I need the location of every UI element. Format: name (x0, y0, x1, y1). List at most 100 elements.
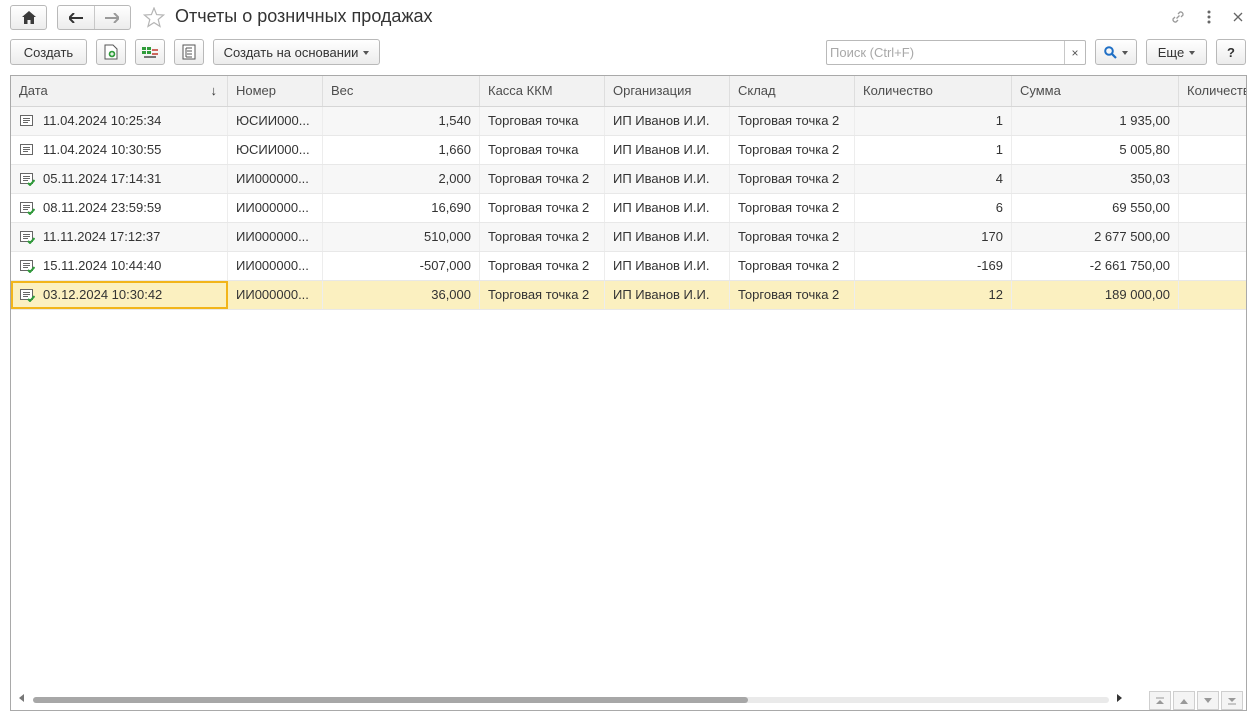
cell-weight[interactable]: 1,540 (323, 107, 480, 135)
cell-quantity[interactable]: 4 (855, 165, 1012, 193)
cell-number[interactable]: ЮСИИ000... (228, 107, 323, 135)
post-button[interactable] (135, 39, 165, 65)
cell-quantity-2[interactable] (1179, 281, 1246, 309)
cell-organization[interactable]: ИП Иванов И.И. (605, 107, 730, 135)
cell-sum[interactable]: 69 550,00 (1012, 194, 1179, 222)
report-structure-button[interactable] (174, 39, 204, 65)
cell-quantity[interactable]: 6 (855, 194, 1012, 222)
cell-date[interactable]: 03.12.2024 10:30:42 (11, 281, 228, 309)
cell-number[interactable]: ИИ000000... (228, 223, 323, 251)
cell-number[interactable]: ИИ000000... (228, 165, 323, 193)
page-down-button[interactable] (1197, 691, 1219, 710)
column-header-organization[interactable]: Организация (605, 76, 730, 106)
more-menu-button[interactable] (1199, 6, 1219, 28)
table-row[interactable]: 11.11.2024 17:12:37 ИИ000000... 510,000 Тор… (11, 223, 1246, 252)
table-row[interactable]: 11.04.2024 10:30:55 ЮСИИ000... 1,660 Торгов… (11, 136, 1246, 165)
cell-quantity[interactable]: -169 (855, 252, 1012, 280)
cell-weight[interactable]: 510,000 (323, 223, 480, 251)
column-header-sum[interactable]: Сумма (1012, 76, 1179, 106)
cell-sum[interactable]: 1 935,00 (1012, 107, 1179, 135)
cell-quantity-2[interactable] (1179, 252, 1246, 280)
back-button[interactable] (58, 6, 94, 29)
cell-kkm[interactable]: Торговая точка 2 (480, 252, 605, 280)
cell-organization[interactable]: ИП Иванов И.И. (605, 281, 730, 309)
page-up-button[interactable] (1173, 691, 1195, 710)
cell-weight[interactable]: -507,000 (323, 252, 480, 280)
scroll-right-icon[interactable] (1117, 694, 1122, 702)
cell-kkm[interactable]: Торговая точка 2 (480, 223, 605, 251)
forward-button[interactable] (93, 6, 131, 29)
column-header-quantity-2[interactable]: Количеств (1179, 76, 1246, 106)
cell-organization[interactable]: ИП Иванов И.И. (605, 252, 730, 280)
cell-warehouse[interactable]: Торговая точка 2 (730, 136, 855, 164)
scroll-left-icon[interactable] (19, 694, 24, 702)
cell-kkm[interactable]: Торговая точка (480, 107, 605, 135)
cell-quantity-2[interactable] (1179, 194, 1246, 222)
cell-number[interactable]: ИИ000000... (228, 194, 323, 222)
cell-sum[interactable]: 350,03 (1012, 165, 1179, 193)
cell-date[interactable]: 05.11.2024 17:14:31 (11, 165, 228, 193)
close-window-button[interactable] (1228, 6, 1248, 28)
horizontal-scrollbar[interactable] (11, 690, 1146, 708)
cell-warehouse[interactable]: Торговая точка 2 (730, 223, 855, 251)
cell-sum[interactable]: 189 000,00 (1012, 281, 1179, 309)
cell-sum[interactable]: 2 677 500,00 (1012, 223, 1179, 251)
cell-weight[interactable]: 36,000 (323, 281, 480, 309)
home-button[interactable] (10, 5, 47, 30)
cell-quantity[interactable]: 1 (855, 136, 1012, 164)
create-button[interactable]: Создать (10, 39, 87, 65)
cell-quantity-2[interactable] (1179, 136, 1246, 164)
cell-number[interactable]: ЮСИИ000... (228, 136, 323, 164)
cell-warehouse[interactable]: Торговая точка 2 (730, 194, 855, 222)
cell-warehouse[interactable]: Торговая точка 2 (730, 107, 855, 135)
cell-warehouse[interactable]: Торговая точка 2 (730, 281, 855, 309)
cell-organization[interactable]: ИП Иванов И.И. (605, 223, 730, 251)
cell-warehouse[interactable]: Торговая точка 2 (730, 165, 855, 193)
column-header-number[interactable]: Номер (228, 76, 323, 106)
cell-date[interactable]: 15.11.2024 10:44:40 (11, 252, 228, 280)
cell-date[interactable]: 11.11.2024 17:12:37 (11, 223, 228, 251)
cell-date[interactable]: 11.04.2024 10:25:34 (11, 107, 228, 135)
table-row[interactable]: 05.11.2024 17:14:31 ИИ000000... 2,000 Торго… (11, 165, 1246, 194)
cell-quantity-2[interactable] (1179, 165, 1246, 193)
help-button[interactable]: ? (1216, 39, 1246, 65)
cell-number[interactable]: ИИ000000... (228, 252, 323, 280)
cell-warehouse[interactable]: Торговая точка 2 (730, 252, 855, 280)
cell-number[interactable]: ИИ000000... (228, 281, 323, 309)
cell-kkm[interactable]: Торговая точка 2 (480, 281, 605, 309)
column-header-date[interactable]: Дата ↓ (11, 76, 228, 106)
cell-quantity[interactable]: 12 (855, 281, 1012, 309)
cell-quantity-2[interactable] (1179, 107, 1246, 135)
cell-organization[interactable]: ИП Иванов И.И. (605, 136, 730, 164)
cell-weight[interactable]: 16,690 (323, 194, 480, 222)
cell-quantity-2[interactable] (1179, 223, 1246, 251)
column-header-quantity[interactable]: Количество (855, 76, 1012, 106)
cell-date[interactable]: 08.11.2024 23:59:59 (11, 194, 228, 222)
clear-search-button[interactable]: × (1064, 41, 1085, 64)
cell-date[interactable]: 11.04.2024 10:30:55 (11, 136, 228, 164)
cell-organization[interactable]: ИП Иванов И.И. (605, 194, 730, 222)
favorite-star-button[interactable] (142, 5, 166, 29)
cell-quantity[interactable]: 1 (855, 107, 1012, 135)
link-button[interactable] (1168, 6, 1188, 28)
table-row[interactable]: 15.11.2024 10:44:40 ИИ000000... -507,000 То… (11, 252, 1246, 281)
scroll-to-top-button[interactable] (1149, 691, 1171, 710)
cell-quantity[interactable]: 170 (855, 223, 1012, 251)
cell-kkm[interactable]: Торговая точка 2 (480, 165, 605, 193)
search-options-button[interactable] (1095, 39, 1137, 65)
search-input[interactable] (827, 41, 1064, 64)
cell-sum[interactable]: 5 005,80 (1012, 136, 1179, 164)
cell-weight[interactable]: 1,660 (323, 136, 480, 164)
table-row[interactable]: 11.04.2024 10:25:34 ЮСИИ000... 1,540 Торгов… (11, 107, 1246, 136)
column-header-kkm[interactable]: Касса ККМ (480, 76, 605, 106)
cell-sum[interactable]: -2 661 750,00 (1012, 252, 1179, 280)
column-header-weight[interactable]: Вес (323, 76, 480, 106)
more-actions-button[interactable]: Еще (1146, 39, 1207, 65)
create-based-on-button[interactable]: Создать на основании (213, 39, 380, 65)
scrollbar-thumb[interactable] (33, 697, 748, 703)
scroll-to-bottom-button[interactable] (1221, 691, 1243, 710)
table-row[interactable]: 08.11.2024 23:59:59 ИИ000000... 16,690 Торг… (11, 194, 1246, 223)
cell-organization[interactable]: ИП Иванов И.И. (605, 165, 730, 193)
column-header-warehouse[interactable]: Склад (730, 76, 855, 106)
cell-kkm[interactable]: Торговая точка (480, 136, 605, 164)
